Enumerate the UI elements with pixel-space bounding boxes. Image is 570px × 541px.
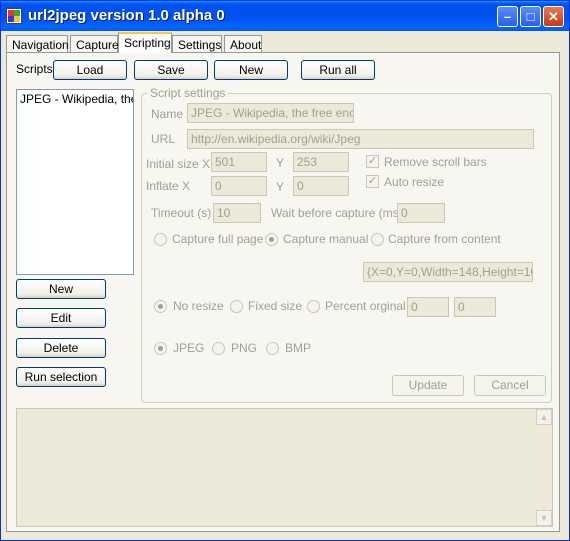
timeout-label: Timeout (s) xyxy=(151,206,212,220)
inflate-y-label: Y xyxy=(276,180,285,194)
scripts-list[interactable]: JPEG - Wikipedia, the fr xyxy=(16,89,134,275)
save-button[interactable]: Save xyxy=(134,60,208,80)
tab-capture[interactable]: Capture xyxy=(70,35,119,53)
jpeg-radio[interactable] xyxy=(154,342,167,355)
run-all-button[interactable]: Run all xyxy=(301,60,375,80)
new-script-button[interactable]: New xyxy=(214,60,288,80)
main-window: url2jpeg version 1.0 alpha 0 – □ ✕ Navig… xyxy=(0,0,570,541)
inflate-x-field[interactable]: 0 xyxy=(211,176,267,196)
scripts-label: Scripts xyxy=(16,62,53,76)
tab-scripting[interactable]: Scripting xyxy=(118,32,172,53)
capture-content-label: Capture from content xyxy=(388,232,501,246)
capture-manual-label: Capture manual xyxy=(283,232,369,246)
bmp-label: BMP xyxy=(285,341,312,355)
name-label: Name xyxy=(151,107,184,121)
initial-size-label: Initial size X xyxy=(146,157,211,171)
wait-field[interactable]: 0 xyxy=(397,203,445,223)
capture-content-radio[interactable] xyxy=(371,233,384,246)
capture-full-radio[interactable] xyxy=(154,233,167,246)
no-resize-label: No resize xyxy=(173,299,224,313)
png-radio[interactable] xyxy=(212,342,225,355)
tab-navigation[interactable]: Navigation xyxy=(6,35,69,53)
fixed-size-label: Fixed size xyxy=(248,299,303,313)
wait-label: Wait before capture (ms) xyxy=(271,206,403,220)
bmp-radio[interactable] xyxy=(266,342,279,355)
tab-about[interactable]: About xyxy=(224,35,262,53)
run-selection-button[interactable]: Run selection xyxy=(16,367,106,387)
capture-rect-field[interactable]: {X=0,Y=0,Width=148,Height=101 xyxy=(363,262,533,282)
update-button[interactable]: Update xyxy=(392,375,464,396)
percent-original-radio[interactable] xyxy=(307,300,320,313)
edit-button[interactable]: Edit xyxy=(16,308,106,328)
initial-y-label: Y xyxy=(276,156,285,170)
name-field[interactable]: JPEG - Wikipedia, the free encycl xyxy=(187,103,354,123)
load-button[interactable]: Load xyxy=(53,60,127,80)
inflate-y-field[interactable]: 0 xyxy=(293,176,349,196)
app-icon xyxy=(6,8,22,24)
maximize-icon[interactable]: □ xyxy=(520,6,541,27)
tab-settings[interactable]: Settings xyxy=(172,35,222,53)
scroll-up-icon[interactable]: ▲ xyxy=(536,409,552,425)
delete-button[interactable]: Delete xyxy=(16,338,106,358)
remove-scrollbars-label: Remove scroll bars xyxy=(384,155,487,169)
percent-b-field[interactable]: 0 xyxy=(454,297,496,317)
new-button[interactable]: New xyxy=(16,279,106,299)
log-scrollbar[interactable]: ▲ ▼ xyxy=(536,409,552,526)
auto-resize-checkbox[interactable]: ✓ xyxy=(366,175,379,188)
auto-resize-label: Auto resize xyxy=(384,175,445,189)
log-output[interactable]: ▲ ▼ xyxy=(16,408,553,527)
fixed-size-radio[interactable] xyxy=(230,300,243,313)
percent-a-field[interactable]: 0 xyxy=(407,297,449,317)
url-label: URL xyxy=(151,132,176,146)
script-settings-title: Script settings xyxy=(147,86,229,100)
initial-y-field[interactable]: 253 xyxy=(293,152,349,172)
jpeg-label: JPEG xyxy=(173,341,205,355)
capture-manual-radio[interactable] xyxy=(265,233,278,246)
remove-scrollbars-checkbox[interactable]: ✓ xyxy=(366,155,379,168)
capture-full-label: Capture full page xyxy=(172,232,264,246)
scroll-down-icon[interactable]: ▼ xyxy=(536,510,552,526)
initial-x-field[interactable]: 501 xyxy=(211,152,267,172)
list-item[interactable]: JPEG - Wikipedia, the fr xyxy=(17,90,133,108)
cancel-button[interactable]: Cancel xyxy=(474,375,546,396)
timeout-field[interactable]: 10 xyxy=(213,203,261,223)
no-resize-radio[interactable] xyxy=(154,300,167,313)
minimize-icon[interactable]: – xyxy=(497,6,518,27)
close-icon[interactable]: ✕ xyxy=(543,6,564,27)
inflate-label: Inflate X xyxy=(146,179,191,193)
percent-original-label: Percent orginal xyxy=(325,299,406,313)
png-label: PNG xyxy=(231,341,258,355)
url-field[interactable]: http://en.wikipedia.org/wiki/Jpeg xyxy=(187,129,534,149)
title-bar[interactable]: url2jpeg version 1.0 alpha 0 – □ ✕ xyxy=(1,1,569,31)
window-title: url2jpeg version 1.0 alpha 0 xyxy=(28,7,225,24)
